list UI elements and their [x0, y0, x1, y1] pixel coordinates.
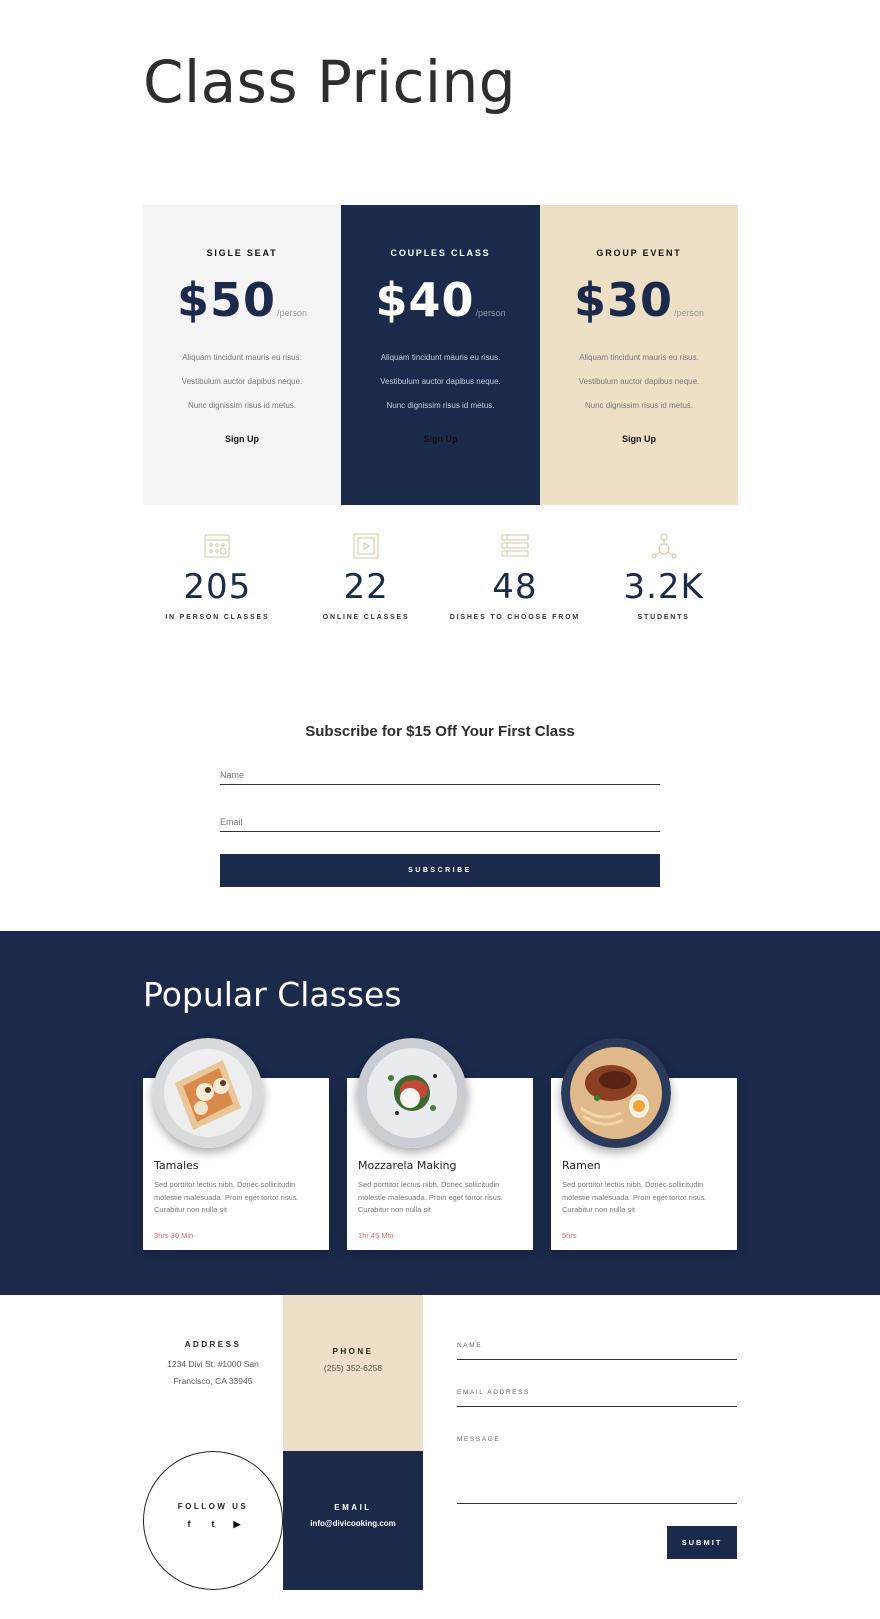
class-photo — [153, 1038, 263, 1148]
address-label: ADDRESS — [184, 1340, 242, 1349]
list-icon — [501, 534, 529, 557]
email-label: EMAIL — [334, 1503, 372, 1512]
sign-up-button[interactable]: Sign Up — [540, 434, 738, 444]
plan-amount: $50 — [176, 273, 276, 327]
page-title: Class Pricing — [143, 48, 517, 116]
contact-message-field[interactable] — [457, 1446, 737, 1504]
stat-in-person-classes: 205 IN PERSON CLASSES — [143, 532, 292, 632]
plan-feature: Vestibulum auctor dapibus neque. — [578, 377, 700, 386]
plan-unit: /person — [674, 308, 705, 318]
plan-features: Aliquam tincidunt mauris eu risus. Vesti… — [143, 353, 341, 425]
plan-feature: Vestibulum auctor dapibus neque. — [181, 377, 303, 386]
phone-number[interactable]: (255) 352-6258 — [283, 1360, 423, 1377]
plan-feature: Aliquam tincidunt mauris eu risus. — [380, 353, 501, 362]
address-line: Francisco, CA 33945 — [173, 1376, 253, 1386]
follow-label: FOLLOW US — [177, 1502, 249, 1511]
pricing-table: SIGLE SEAT $50 /person Aliquam tincidunt… — [143, 205, 738, 505]
plan-features: Aliquam tincidunt mauris eu risus. Vesti… — [341, 353, 540, 425]
email-panel: EMAIL info@divicooking.com — [283, 1451, 423, 1590]
email-address[interactable]: info@divicooking.com — [283, 1515, 423, 1532]
video-play-icon — [353, 533, 379, 559]
sign-up-button[interactable]: Sign Up — [341, 434, 540, 444]
address-line: 1234 Divi St. #1000 San — [167, 1359, 259, 1369]
class-description: Sed porttitor lectus nibh. Donec sollici… — [562, 1180, 707, 1214]
email-address-label: EMAIL ADDRESS — [457, 1389, 530, 1396]
plan-price: $50 /person — [143, 273, 341, 327]
sign-up-button[interactable]: Sign Up — [143, 434, 341, 444]
subscribe-name-field[interactable] — [220, 765, 660, 785]
pricing-plan-couples-class: COUPLES CLASS $40 /person Aliquam tincid… — [341, 205, 540, 505]
pricing-plan-group-event: GROUP EVENT $30 /person Aliquam tincidun… — [540, 205, 738, 505]
popular-classes-section: Popular Classes Tamales Sed porttitor le… — [0, 931, 880, 1295]
plan-amount: $30 — [573, 273, 673, 327]
class-name: Mozzarela Making — [358, 1159, 457, 1172]
stat-online-classes: 22 ONLINE CLASSES — [292, 532, 441, 632]
students-icon — [651, 533, 677, 559]
phone-label: PHONE — [332, 1347, 374, 1356]
plan-unit: /person — [475, 308, 506, 318]
facebook-icon[interactable]: f — [184, 1519, 194, 1529]
plan-price: $40 /person — [341, 273, 540, 327]
stats-row: 205 IN PERSON CLASSES 22 ONLINE CLASSES … — [143, 532, 738, 632]
phone-panel: PHONE (255) 352-6258 — [283, 1295, 423, 1451]
address-block: ADDRESS 1234 Divi St. #1000 San Francisc… — [143, 1340, 283, 1390]
calendar-icon — [204, 534, 230, 558]
address-text: 1234 Divi St. #1000 San Francisco, CA 33… — [143, 1356, 283, 1390]
plan-feature: Aliquam tincidunt mauris eu risus. — [182, 353, 302, 362]
class-photo — [561, 1038, 671, 1148]
plan-feature: Nunc dignissim risus id metus. — [187, 401, 297, 410]
plan-feature: Nunc dignissim risus id metus. — [584, 401, 694, 410]
plan-name: COUPLES CLASS — [390, 248, 491, 258]
class-name: Ramen — [562, 1159, 601, 1172]
submit-button[interactable]: SUBMIT — [667, 1526, 737, 1559]
stat-label: IN PERSON CLASSES — [165, 614, 270, 621]
twitter-icon[interactable]: t — [208, 1519, 218, 1529]
contact-name-field[interactable] — [457, 1352, 737, 1360]
name-label: NAME — [457, 1342, 483, 1349]
stat-students: 3.2K STUDENTS — [589, 532, 738, 632]
section-title: Popular Classes — [143, 975, 402, 1014]
subscribe-button[interactable]: SUBSCRIBE — [220, 854, 660, 887]
plan-feature: Aliquam tincidunt mauris eu risus. — [579, 353, 699, 362]
subscribe-email-field[interactable] — [220, 812, 660, 832]
class-photo — [357, 1038, 467, 1148]
stat-label: ONLINE CLASSES — [322, 614, 410, 621]
youtube-icon[interactable]: ▶ — [232, 1519, 242, 1529]
plan-feature: Vestibulum auctor dapibus neque. — [380, 377, 501, 386]
class-description: Sed porttitor lectus nibh. Donec sollici… — [154, 1180, 299, 1214]
class-duration: 5hrs — [562, 1231, 577, 1240]
stat-label: DISHES TO CHOOSE FROM — [449, 614, 580, 621]
message-label: MESSAGE — [457, 1436, 501, 1443]
plan-amount: $40 — [375, 273, 475, 327]
class-card-mozzarela-making[interactable]: Mozzarela Making Sed porttitor lectus ni… — [347, 1038, 533, 1250]
pricing-plan-single-seat: SIGLE SEAT $50 /person Aliquam tincidunt… — [143, 205, 341, 505]
stat-value: 3.2K — [623, 567, 704, 607]
plan-price: $30 /person — [540, 273, 738, 327]
stat-value: 48 — [492, 567, 538, 607]
social-links: f t ▶ — [144, 1519, 282, 1529]
plan-feature: Nunc dignissim risus id metus. — [386, 401, 495, 410]
stat-value: 22 — [343, 567, 389, 607]
plan-name: GROUP EVENT — [596, 248, 682, 258]
plan-name: SIGLE SEAT — [206, 248, 278, 258]
class-card-ramen[interactable]: Ramen Sed porttitor lectus nibh. Donec s… — [551, 1038, 737, 1250]
class-description: Sed porttitor lectus nibh. Donec sollici… — [358, 1180, 503, 1214]
class-name: Tamales — [154, 1159, 199, 1172]
follow-us-circle: FOLLOW US f t ▶ — [143, 1451, 283, 1590]
stat-value: 205 — [183, 567, 252, 607]
stat-dishes: 48 DISHES TO CHOOSE FROM — [441, 532, 590, 632]
plan-unit: /person — [277, 308, 308, 318]
subscribe-title: Subscribe for $15 Off Your First Class — [305, 723, 575, 740]
plan-features: Aliquam tincidunt mauris eu risus. Vesti… — [540, 353, 738, 425]
class-card-tamales[interactable]: Tamales Sed porttitor lectus nibh. Donec… — [143, 1038, 329, 1250]
class-duration: 3hrs 30 Min — [154, 1231, 194, 1240]
class-duration: 1hr 45 Min — [358, 1231, 394, 1240]
contact-email-field[interactable] — [457, 1398, 737, 1407]
stat-label: STUDENTS — [637, 614, 690, 621]
